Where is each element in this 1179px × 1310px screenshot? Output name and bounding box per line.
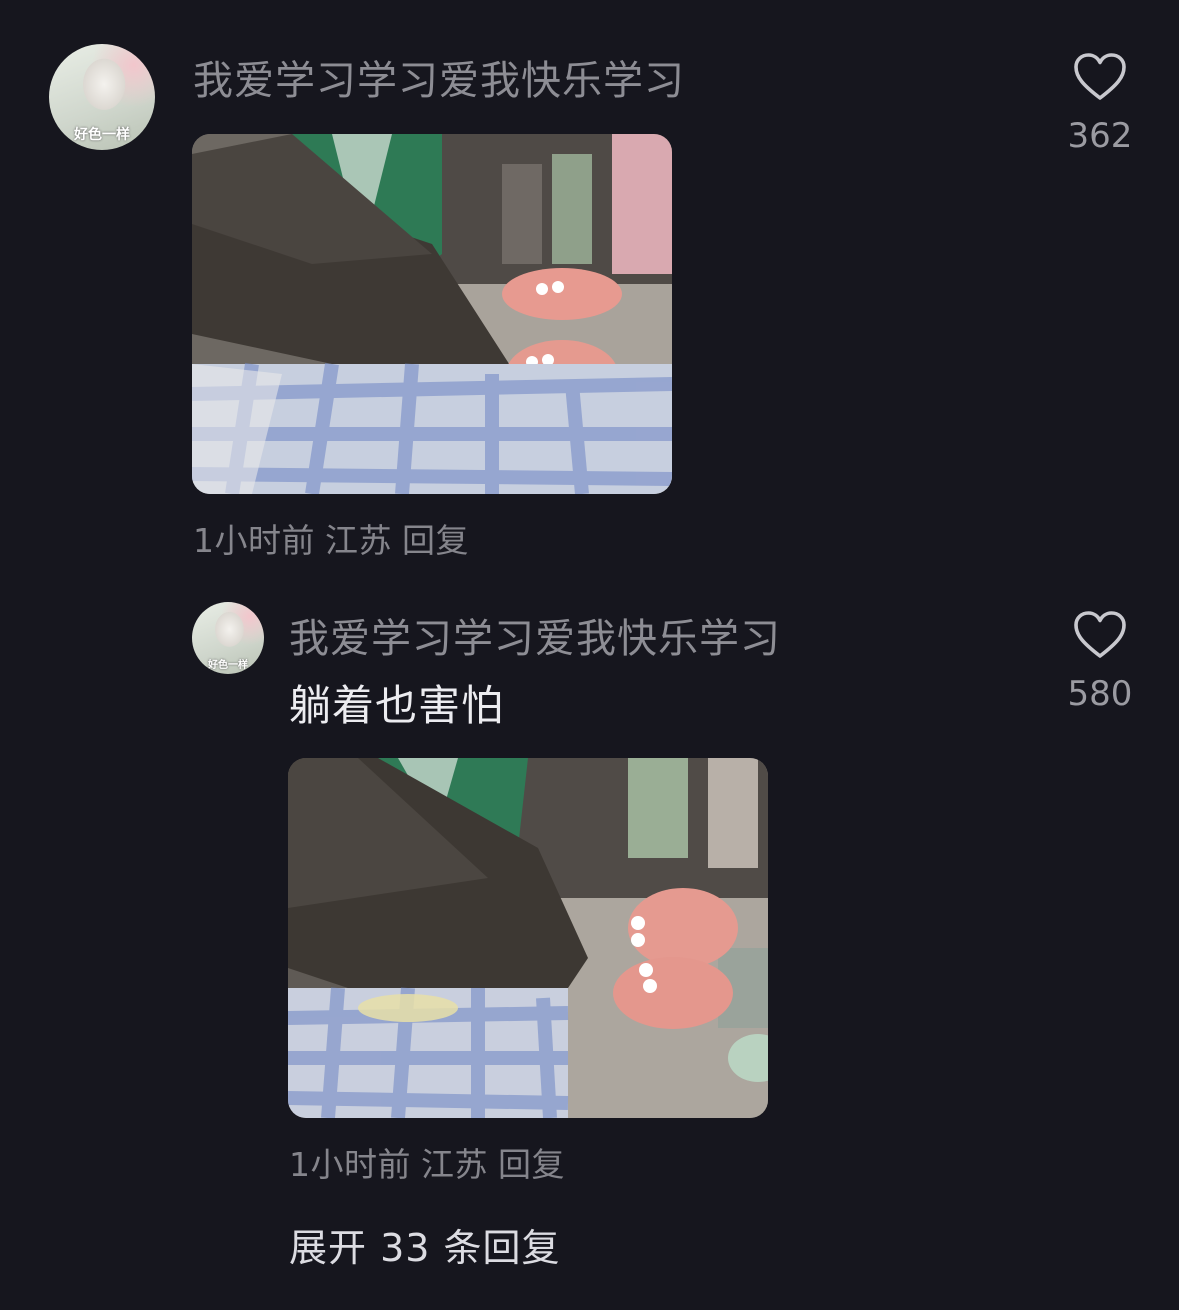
reply-button[interactable]: 回复 xyxy=(402,521,469,560)
reply-button[interactable]: 回复 xyxy=(498,1145,565,1184)
heart-outline-icon[interactable] xyxy=(1073,610,1127,660)
reply-like-button[interactable]: 580 xyxy=(1040,606,1160,716)
reply-location: 江苏 xyxy=(421,1145,488,1184)
avatar[interactable]: 好色一样 xyxy=(49,44,155,150)
comment-location: 江苏 xyxy=(325,521,392,560)
expand-replies-button[interactable]: 展开 33 条回复 xyxy=(289,1217,561,1272)
like-button[interactable]: 362 xyxy=(1040,48,1160,158)
comment-time: 1小时前 xyxy=(193,521,315,560)
photo-slippers xyxy=(192,134,672,494)
avatar-caption: 好色一样 xyxy=(74,127,130,143)
photo-slippers xyxy=(288,758,768,1118)
reply-username[interactable]: 我爱学习学习爱我快乐学习 xyxy=(289,606,781,664)
comment-username[interactable]: 我爱学习学习爱我快乐学习 xyxy=(193,48,685,106)
reply-meta: 1小时前 江苏 回复 xyxy=(289,1138,575,1186)
reply-time: 1小时前 xyxy=(289,1145,411,1184)
comment-image[interactable] xyxy=(192,134,672,494)
reply-text: 躺着也害怕 xyxy=(289,681,505,730)
avatar-caption: 好色一样 xyxy=(208,660,248,671)
reply-avatar[interactable]: 好色一样 xyxy=(192,602,264,674)
reply-image[interactable] xyxy=(288,758,768,1118)
heart-outline-icon[interactable] xyxy=(1073,52,1127,102)
like-count: 362 xyxy=(1067,116,1133,156)
like-count: 580 xyxy=(1067,674,1133,714)
comment-meta: 1小时前 江苏 回复 xyxy=(193,514,479,562)
